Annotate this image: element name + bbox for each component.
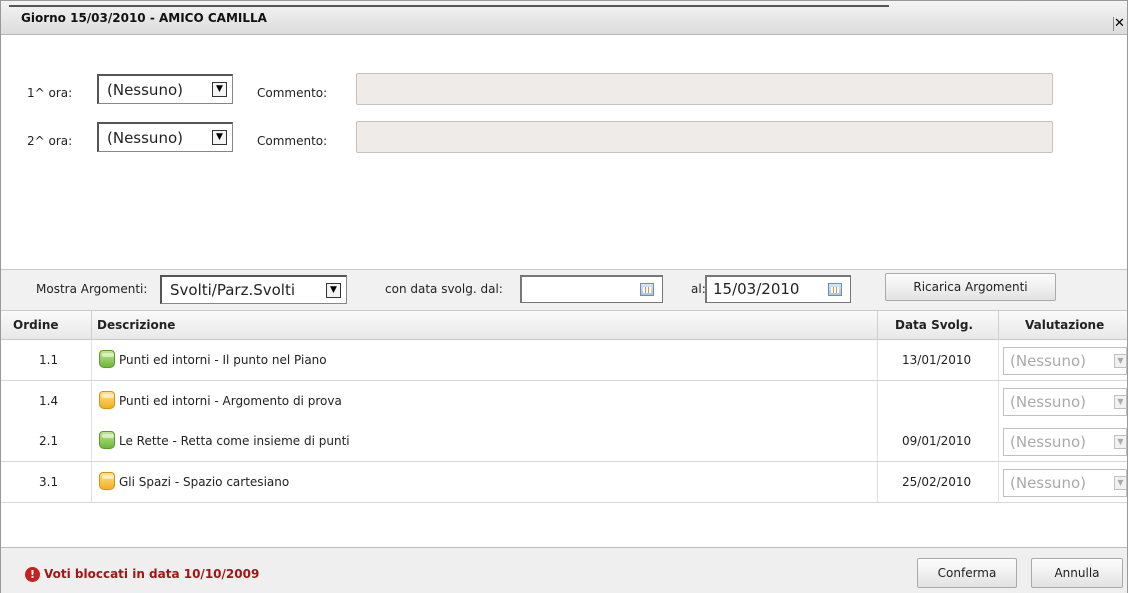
data-al-label: al: <box>691 282 706 296</box>
chevron-down-icon: ▼ <box>1114 435 1127 449</box>
column-divider <box>91 311 92 340</box>
row-ordine: 1.1 <box>39 353 59 367</box>
voti-bloccati-message: Voti bloccati in data 10/10/2009 <box>44 567 260 581</box>
conferma-button[interactable]: Conferma <box>917 558 1017 588</box>
green-book-icon <box>99 350 115 368</box>
ricarica-argomenti-button[interactable]: Ricarica Argomenti <box>885 273 1056 301</box>
column-divider <box>877 311 878 340</box>
column-header-valutazione[interactable]: Valutazione <box>1025 318 1104 332</box>
table-row[interactable]: 3.1 Gli Spazi - Spazio cartesiano 25/02/… <box>1 462 1127 503</box>
valutazione-value: (Nessuno) <box>1010 433 1086 451</box>
valutazione-select: (Nessuno) ▼ <box>1003 347 1127 375</box>
valutazione-select: (Nessuno) ▼ <box>1003 428 1127 456</box>
yellow-book-icon <box>99 472 115 490</box>
row-descrizione: Le Rette - Retta come insieme di punti <box>119 434 350 448</box>
grid-header: Ordine Descrizione Data Svolg. Valutazio… <box>1 311 1127 340</box>
column-divider <box>998 421 999 461</box>
annulla-button[interactable]: Annulla <box>1031 558 1123 588</box>
column-divider <box>877 381 878 421</box>
row-descrizione: Punti ed intorni - Il punto nel Piano <box>119 353 327 367</box>
chevron-down-icon: ▼ <box>326 283 341 298</box>
data-al-value: 15/03/2010 <box>713 280 800 298</box>
row-data: 13/01/2010 <box>902 353 972 367</box>
ora1-label: 1^ ora: <box>27 86 73 100</box>
ora1-comment-label: Commento: <box>257 86 328 100</box>
data-dal-input[interactable] <box>520 275 663 303</box>
table-row[interactable]: 2.1 Le Rette - Retta come insieme di pun… <box>1 421 1127 462</box>
filter-bar: Mostra Argomenti: Svolti/Parz.Svolti ▼ c… <box>1 269 1127 311</box>
column-header-descrizione[interactable]: Descrizione <box>97 318 175 332</box>
table-row[interactable]: 1.4 Punti ed intorni - Argomento di prov… <box>1 381 1127 422</box>
column-divider <box>91 462 92 502</box>
calendar-icon[interactable] <box>640 283 654 296</box>
ora2-label: 2^ ora: <box>27 134 73 148</box>
yellow-book-icon <box>99 391 115 409</box>
chevron-down-icon: ▼ <box>1114 354 1127 368</box>
mostra-argomenti-select[interactable]: Svolti/Parz.Svolti ▼ <box>160 275 347 304</box>
close-icon[interactable]: ✕ <box>1113 17 1125 31</box>
row-data: 09/01/2010 <box>902 434 972 448</box>
column-header-data[interactable]: Data Svolg. <box>895 318 973 332</box>
dialog-window: Giorno 15/03/2010 - AMICO CAMILLA ✕ 1^ o… <box>0 0 1128 593</box>
ora2-comment-field[interactable] <box>356 121 1053 153</box>
column-divider <box>877 462 878 502</box>
column-divider <box>877 340 878 380</box>
chevron-down-icon: ▼ <box>212 82 227 97</box>
data-dal-label: con data svolg. dal: <box>385 282 503 296</box>
row-ordine: 1.4 <box>39 394 59 408</box>
column-divider <box>91 381 92 421</box>
column-divider <box>998 311 999 340</box>
chevron-down-icon: ▼ <box>1114 395 1127 409</box>
row-data: 25/02/2010 <box>902 475 972 489</box>
column-divider <box>91 340 92 380</box>
row-ordine: 2.1 <box>39 434 59 448</box>
title-bar: Giorno 15/03/2010 - AMICO CAMILLA ✕ <box>1 1 1127 35</box>
row-descrizione: Gli Spazi - Spazio cartesiano <box>119 475 290 489</box>
column-divider <box>91 421 92 461</box>
valutazione-value: (Nessuno) <box>1010 393 1086 411</box>
mostra-argomenti-value: Svolti/Parz.Svolti <box>170 281 296 299</box>
row-descrizione: Punti ed intorni - Argomento di prova <box>119 394 342 408</box>
ora2-select-value: (Nessuno) <box>107 129 183 147</box>
column-divider <box>998 462 999 502</box>
ora1-comment-field[interactable] <box>356 73 1053 105</box>
row-ordine: 3.1 <box>39 475 59 489</box>
column-divider <box>998 340 999 380</box>
table-row[interactable]: 1.1 Punti ed intorni - Il punto nel Pian… <box>1 340 1127 381</box>
valutazione-value: (Nessuno) <box>1010 352 1086 370</box>
valutazione-select: (Nessuno) ▼ <box>1003 388 1127 416</box>
data-al-input[interactable]: 15/03/2010 <box>705 275 851 303</box>
chevron-down-icon: ▼ <box>1114 476 1127 490</box>
title-bar-accent-line <box>9 5 889 7</box>
column-header-ordine[interactable]: Ordine <box>13 318 59 332</box>
valutazione-select: (Nessuno) ▼ <box>1003 469 1127 497</box>
calendar-icon[interactable] <box>828 283 842 296</box>
green-book-icon <box>99 431 115 449</box>
ora1-select-value: (Nessuno) <box>107 81 183 99</box>
valutazione-value: (Nessuno) <box>1010 474 1086 492</box>
dialog-footer: ! Voti bloccati in data 10/10/2009 Confe… <box>1 547 1127 593</box>
ora2-comment-label: Commento: <box>257 134 328 148</box>
column-divider <box>877 421 878 461</box>
chevron-down-icon: ▼ <box>212 130 227 145</box>
column-divider <box>998 381 999 421</box>
dialog-title: Giorno 15/03/2010 - AMICO CAMILLA <box>21 11 267 25</box>
warning-icon: ! <box>25 567 40 582</box>
mostra-argomenti-label: Mostra Argomenti: <box>36 282 148 296</box>
ora1-select[interactable]: (Nessuno) ▼ <box>97 74 233 104</box>
ora2-select[interactable]: (Nessuno) ▼ <box>97 122 233 152</box>
